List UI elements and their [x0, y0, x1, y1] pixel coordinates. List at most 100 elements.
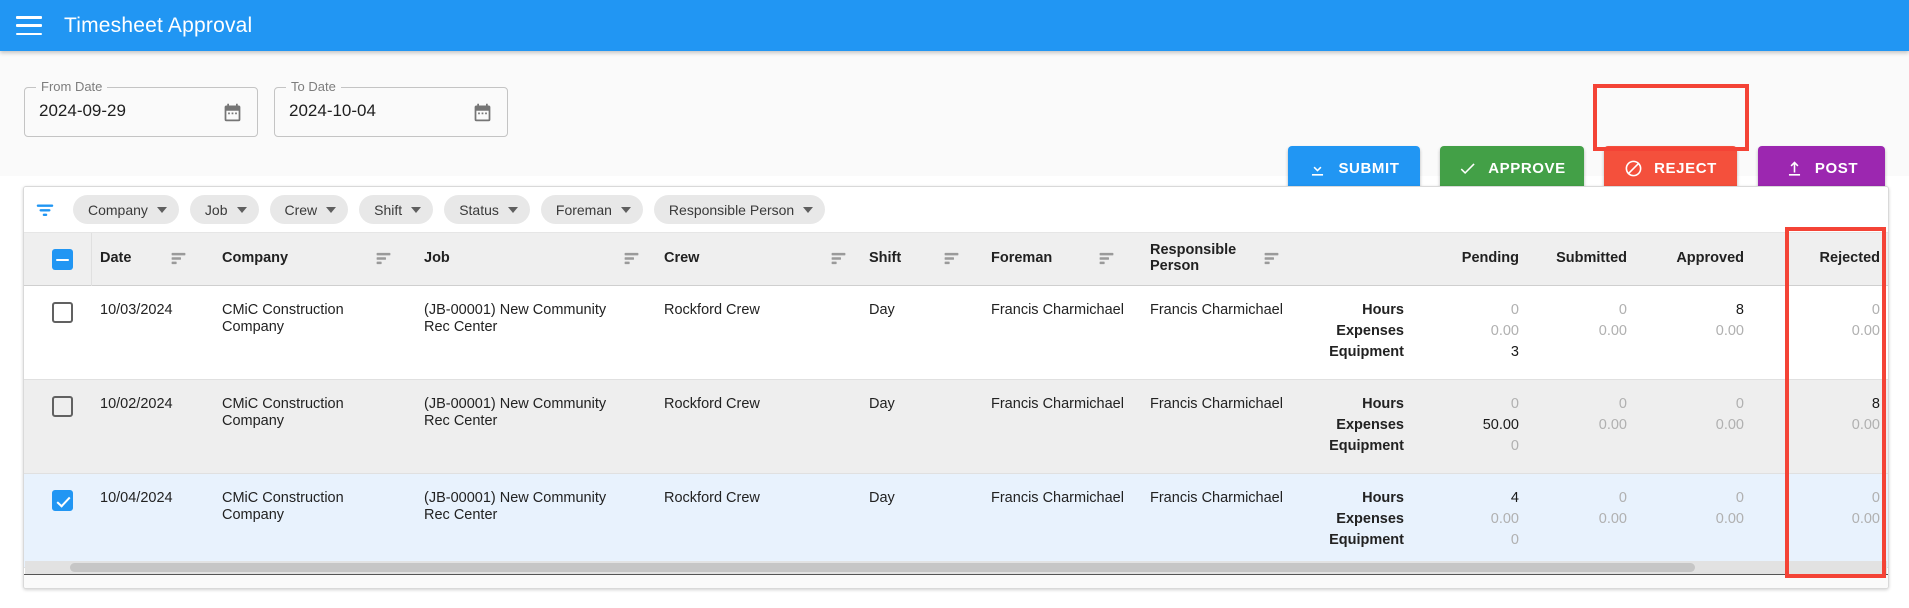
chevron-down-icon[interactable]: [411, 206, 422, 213]
column-filter-icon[interactable]: [171, 252, 186, 265]
approve-button[interactable]: APPROVE: [1440, 146, 1584, 191]
post-button[interactable]: POST: [1758, 146, 1885, 191]
reject-button[interactable]: REJECT: [1604, 146, 1737, 191]
row-select-checkbox[interactable]: [52, 302, 73, 323]
table-row[interactable]: 10/03/2024 CMiC Construction Company (JB-0…: [24, 286, 1888, 380]
cell-shift: Day: [869, 302, 895, 318]
value-pending-expenses: 0.00: [1490, 323, 1519, 339]
toolbar: From Date 2024-09-29 To Date 2024-10-04 …: [0, 51, 1909, 191]
timesheet-approval-page: Timesheet Approval From Date 2024-09-29 …: [0, 0, 1909, 608]
metric-label-equipment: Equipment: [1329, 438, 1404, 454]
column-header-foreman[interactable]: Foreman: [991, 250, 1052, 266]
chevron-down-icon[interactable]: [803, 206, 814, 213]
chevron-down-icon[interactable]: [236, 206, 247, 213]
cell-shift: Day: [869, 490, 895, 506]
table-row[interactable]: 10/02/2024 CMiC Construction Company (JB-0…: [24, 380, 1888, 474]
row-select-checkbox[interactable]: [52, 490, 73, 511]
value-submitted-hours: 0: [1618, 302, 1627, 318]
metric-label-hours: Hours: [1362, 302, 1404, 318]
column-header-approved[interactable]: Approved: [1659, 250, 1754, 266]
filter-chip-responsible-person[interactable]: Responsible Person: [653, 195, 826, 224]
value-pending-hours: 0: [1510, 396, 1519, 412]
value-submitted-hours: 0: [1618, 396, 1627, 412]
metric-label-expenses: Expenses: [1336, 323, 1404, 339]
column-header-crew[interactable]: Crew: [664, 250, 699, 266]
filter-chip-foreman[interactable]: Foreman: [540, 195, 643, 224]
chevron-down-icon[interactable]: [620, 206, 631, 213]
filter-chip-job[interactable]: Job: [189, 195, 259, 224]
chevron-down-icon[interactable]: [326, 206, 337, 213]
to-date-value: 2024-10-04: [289, 101, 376, 120]
column-filter-icon[interactable]: [624, 252, 639, 265]
column-header-shift[interactable]: Shift: [869, 250, 901, 266]
value-submitted-expenses: 0.00: [1598, 417, 1627, 433]
value-approved-expenses: 0.00: [1715, 417, 1744, 433]
block-icon: [1625, 160, 1642, 177]
filter-chip-company[interactable]: Company: [73, 195, 179, 224]
value-approved-expenses: 0.00: [1715, 323, 1744, 339]
value-approved-hours: 0: [1735, 490, 1744, 506]
filter-chip-label: Status: [459, 201, 499, 218]
upload-icon: [1788, 161, 1800, 176]
column-header-rejected[interactable]: Rejected: [1795, 250, 1888, 266]
column-filter-icon[interactable]: [1099, 252, 1114, 265]
filter-chip-shift[interactable]: Shift: [359, 195, 434, 224]
column-filter-icon[interactable]: [1264, 252, 1279, 265]
calendar-icon[interactable]: [472, 102, 493, 123]
column-filter-icon[interactable]: [944, 252, 959, 265]
cell-date: 10/02/2024: [100, 396, 173, 412]
app-bar: Timesheet Approval: [0, 0, 1909, 51]
value-approved-expenses: 0.00: [1715, 511, 1744, 527]
table-header-row: Date Company Job Crew Shift Foreman Responsibl…: [24, 233, 1888, 286]
metric-label-expenses: Expenses: [1336, 511, 1404, 527]
select-all-checkbox[interactable]: [52, 249, 73, 270]
filter-chip-label: Foreman: [555, 201, 612, 218]
column-header-job[interactable]: Job: [424, 250, 450, 266]
check-icon: [1460, 163, 1475, 175]
value-rejected-hours: 0: [1871, 490, 1880, 506]
table-row[interactable]: 10/04/2024 CMiC Construction Company (JB-0…: [24, 474, 1888, 568]
column-filter-icon[interactable]: [831, 252, 846, 265]
cell-job: (JB-00001) New Community Rec Center: [424, 490, 607, 523]
filter-chip-label: Company: [88, 201, 148, 218]
hamburger-menu-icon[interactable]: [16, 16, 42, 35]
cell-date: 10/04/2024: [100, 490, 173, 506]
value-pending-hours: 4: [1510, 490, 1519, 506]
submit-button[interactable]: SUBMIT: [1288, 146, 1420, 191]
chevron-down-icon[interactable]: [156, 206, 167, 213]
column-header-submitted[interactable]: Submitted: [1542, 250, 1637, 266]
row-select-checkbox[interactable]: [52, 396, 73, 417]
from-date-field[interactable]: From Date 2024-09-29: [24, 80, 258, 137]
value-rejected-expenses: 0.00: [1851, 417, 1880, 433]
filter-chip-label: Responsible Person: [668, 201, 795, 218]
value-pending-expenses: 50.00: [1482, 417, 1519, 433]
value-pending-equipment: 0: [1510, 532, 1519, 548]
horizontal-scrollbar[interactable]: [25, 561, 1887, 574]
cell-company: CMiC Construction Company: [222, 396, 344, 429]
column-header-pending[interactable]: Pending: [1434, 250, 1529, 266]
column-header-responsible-person[interactable]: Responsible Person: [1150, 242, 1240, 274]
filter-chip-status[interactable]: Status: [444, 195, 530, 224]
chevron-down-icon[interactable]: [507, 206, 518, 213]
cell-crew: Rockford Crew: [664, 396, 760, 412]
value-submitted-expenses: 0.00: [1598, 511, 1627, 527]
download-icon: [1312, 161, 1324, 176]
cell-foreman: Francis Charmichael: [991, 490, 1124, 506]
value-rejected-expenses: 0.00: [1851, 323, 1880, 339]
submit-button-label: SUBMIT: [1338, 160, 1400, 177]
to-date-field[interactable]: To Date 2024-10-04: [274, 80, 508, 137]
metric-label-hours: Hours: [1362, 490, 1404, 506]
filter-funnel-icon[interactable]: [34, 199, 56, 221]
to-date-label: To Date: [286, 80, 341, 94]
column-filter-icon[interactable]: [376, 252, 391, 265]
cell-foreman: Francis Charmichael: [991, 396, 1124, 412]
table-body: 10/03/2024 CMiC Construction Company (JB-0…: [24, 286, 1888, 568]
column-header-company[interactable]: Company: [222, 250, 288, 266]
cell-job: (JB-00001) New Community Rec Center: [424, 302, 607, 335]
value-rejected-hours: 8: [1871, 396, 1880, 412]
scrollbar-thumb[interactable]: [70, 563, 1695, 572]
column-header-date[interactable]: Date: [100, 250, 131, 266]
metric-label-expenses: Expenses: [1336, 417, 1404, 433]
calendar-icon[interactable]: [222, 102, 243, 123]
filter-chip-crew[interactable]: Crew: [269, 195, 349, 224]
